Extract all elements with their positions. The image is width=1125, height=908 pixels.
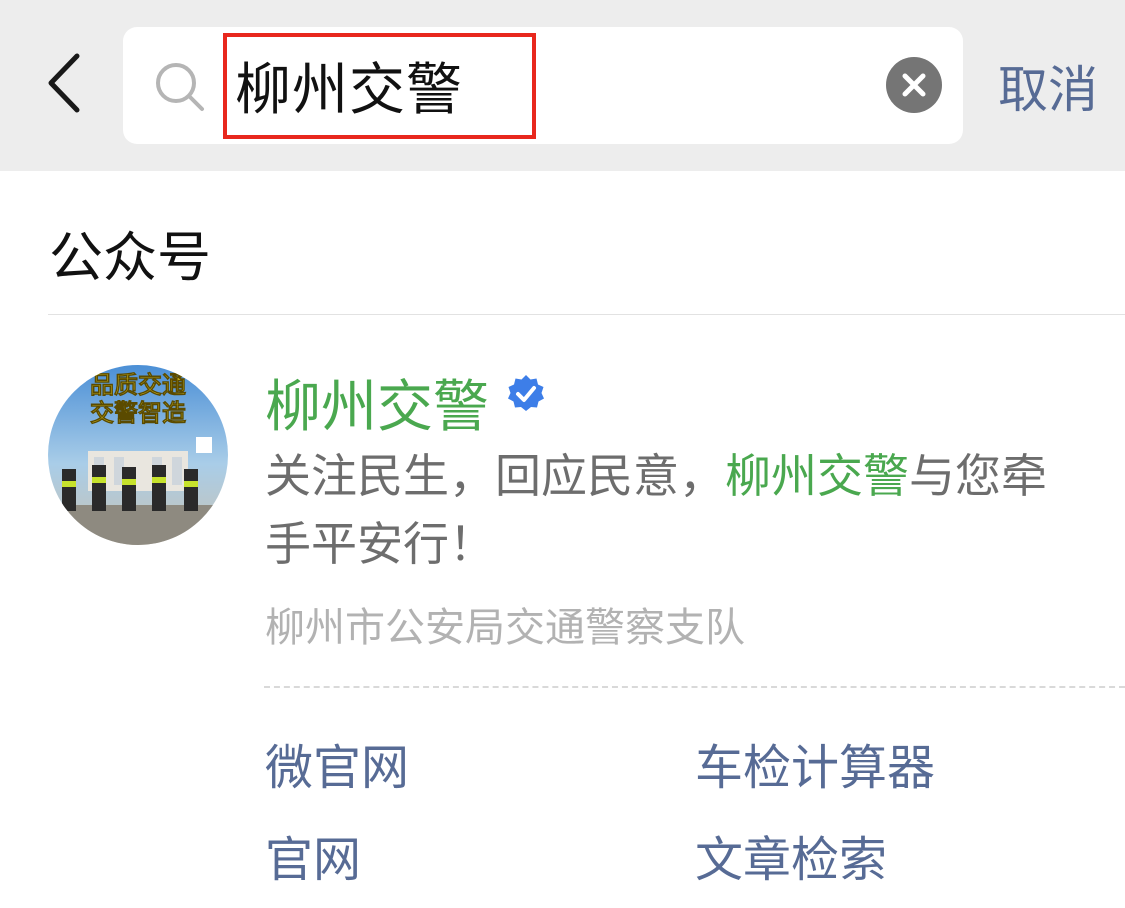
organization-name: 柳州市公安局交通警察支队 <box>265 605 745 651</box>
section-title: 公众号 <box>49 226 211 289</box>
divider <box>48 314 1125 315</box>
close-icon <box>902 73 926 97</box>
chevron-left-icon <box>48 53 80 113</box>
account-description: 关注民生，回应民意，柳州交警与您牵手平安行！ <box>265 442 1065 578</box>
menu-link-official-site[interactable]: 官网 <box>265 820 361 890</box>
avatar[interactable]: 品质交通 交警智造 <box>48 365 228 545</box>
description-highlight: 柳州交警 <box>725 449 909 503</box>
cancel-button[interactable]: 取消 <box>998 27 1098 144</box>
dashed-divider <box>264 686 1125 688</box>
search-query-text[interactable]: 柳州交警 <box>235 27 935 144</box>
clear-search-button[interactable] <box>886 57 942 113</box>
avatar-image: 品质交通 交警智造 <box>48 365 228 545</box>
menu-link-micro-site[interactable]: 微官网 <box>265 728 409 798</box>
back-button[interactable] <box>40 48 90 118</box>
avatar-text-line2: 交警智造 <box>90 399 186 427</box>
account-name[interactable]: 柳州交警 <box>265 362 489 443</box>
menu-link-article-search[interactable]: 文章检索 <box>695 820 887 890</box>
search-bar-area: 柳州交警 取消 <box>0 0 1125 171</box>
menu-link-inspection-calculator[interactable]: 车检计算器 <box>695 728 935 798</box>
search-input[interactable]: 柳州交警 <box>123 27 963 144</box>
avatar-text-line1: 品质交通 <box>90 371 186 399</box>
verified-badge-icon <box>508 375 544 411</box>
description-text: 关注民生，回应民意， <box>265 449 725 503</box>
search-icon <box>156 63 204 111</box>
